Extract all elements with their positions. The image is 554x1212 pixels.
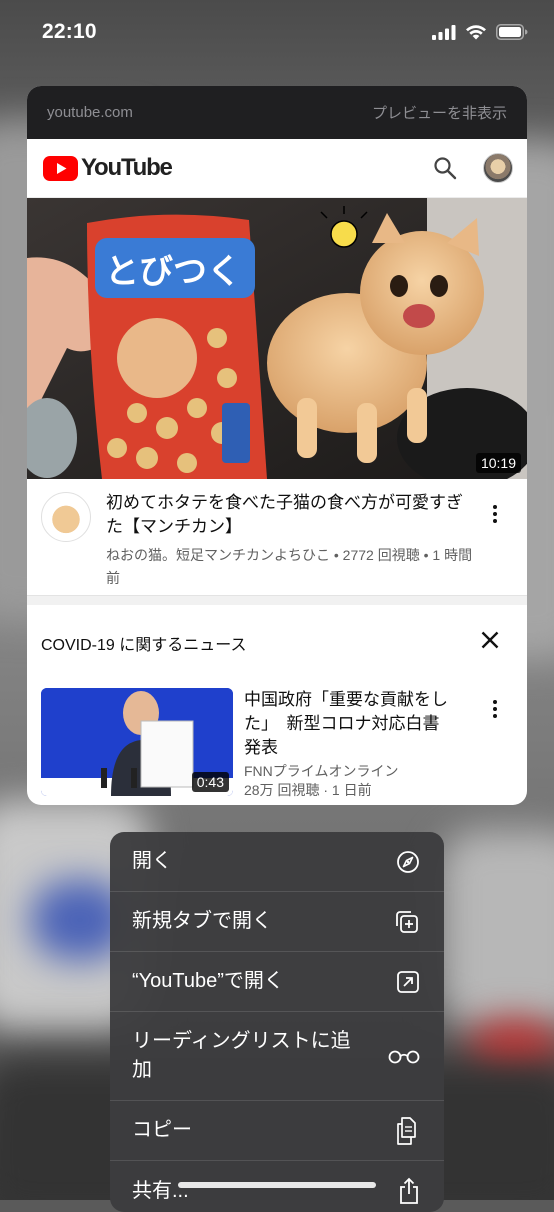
news-video-thumbnail[interactable]: 0:43 [41,688,233,796]
cellular-signal-icon [432,24,456,40]
link-preview-card[interactable]: youtube.com プレビューを非表示 YouTube とびつく 10:19… [27,86,527,805]
youtube-play-logo-icon [43,155,78,181]
svg-text:とびつく: とびつく [105,252,241,292]
copy-icon [397,1116,416,1145]
battery-icon [496,24,528,40]
compass-icon [397,850,419,873]
menu-item-open-new-tab[interactable]: 新規タブで開く [110,892,444,952]
video-meta: ねおの猫。短足マンチカンよちひこ • 2772 回視聴 • 1 時間前 [106,547,473,586]
video-duration-badge: 10:19 [475,453,521,473]
menu-item-label: コピー [132,1119,192,1141]
news-section-title: COVID-19 に関するニュース [41,636,247,654]
news-section-header: COVID-19 に関するニュース [27,605,527,680]
video-thumbnail[interactable]: とびつく 10:19 [27,198,527,479]
youtube-top-bar: YouTube [27,139,527,198]
account-avatar[interactable] [483,153,513,183]
glasses-icon [388,1050,420,1064]
news-more-options-icon[interactable] [493,700,497,718]
preview-domain: youtube.com [47,104,133,121]
menu-item-open-in-youtube[interactable]: “YouTube”で開く [110,952,444,1012]
menu-item-label: “YouTube”で開く [132,970,284,992]
menu-item-open[interactable]: 開く [110,832,444,892]
news-channel-name: FNNプライムオンライン [244,763,399,779]
news-duration-badge: 0:43 [191,772,229,792]
video-title[interactable]: 初めてホタテを食べた子猫の食べ方が可愛すぎた【マンチカン】 [106,491,476,539]
menu-item-label: 新規タブで開く [132,910,272,932]
news-video-title[interactable]: 中国政府「重要な貢献をした」 新型コロナ対応白書発表 [244,688,454,760]
new-tab-icon [396,910,418,933]
menu-item-add-reading-list[interactable]: リーディングリストに追加 [110,1012,444,1101]
home-indicator[interactable] [178,1182,376,1188]
youtube-logo: YouTube [43,154,173,182]
news-video-item[interactable]: 0:43 中国政府「重要な貢献をした」 新型コロナ対応白書発表 FNNプライムオ… [27,680,527,800]
news-video-stats: 28万 回視聴 · 1 日前 [244,782,372,798]
close-icon[interactable] [481,631,499,649]
preview-header: youtube.com プレビューを非表示 [27,86,527,139]
status-time: 22:10 [42,20,97,43]
open-external-icon [397,970,419,993]
hide-preview-button[interactable]: プレビューを非表示 [372,102,507,123]
channel-avatar[interactable] [41,492,91,542]
context-menu: 開く 新規タブで開く “YouTube”で開く リーディングリストに追加 コピー… [110,832,444,1212]
menu-item-label: 開く [132,850,172,872]
status-bar: 22:10 [0,0,554,66]
menu-item-label: 共有... [132,1179,189,1202]
search-icon[interactable] [433,156,457,180]
youtube-wordmark: YouTube [81,154,173,181]
wifi-icon [466,25,486,40]
video-more-options-icon[interactable] [493,505,497,523]
section-divider [27,595,527,605]
share-icon [400,1177,418,1204]
menu-item-copy[interactable]: コピー [110,1101,444,1161]
menu-item-label: リーディングリストに追加 [132,1030,351,1081]
video-info-row[interactable]: 初めてホタテを食べた子猫の食べ方が可愛すぎた【マンチカン】 ねおの猫。短足マンチ… [27,479,527,595]
cat-thumbnail-image: とびつく [27,198,527,479]
